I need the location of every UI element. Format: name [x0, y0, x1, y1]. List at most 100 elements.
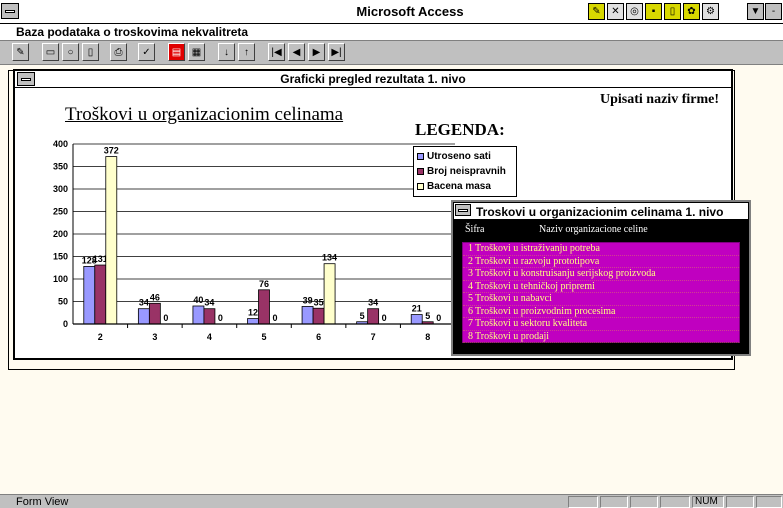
form-view-icon[interactable]: ▤: [168, 43, 185, 61]
item-code: 8: [468, 330, 473, 342]
cost-center-list[interactable]: 1 Troškovi u istraživanju potreba 2 Troškov…: [462, 242, 740, 343]
status-cell: [600, 496, 628, 508]
item-code: 4: [468, 280, 473, 292]
data-label: 0: [436, 313, 441, 323]
wizard-icon[interactable]: ✎: [588, 3, 605, 20]
print-icon[interactable]: ⎙: [110, 43, 127, 61]
bar-series-2: [148, 302, 161, 325]
legend-item: Bacena masa: [417, 179, 516, 194]
tools-icon[interactable]: ✿: [683, 3, 700, 20]
datasheet-icon[interactable]: ▦: [188, 43, 205, 61]
status-cell: [660, 496, 690, 508]
status-cell: [726, 496, 754, 508]
nav-prev-button[interactable]: ◀: [288, 43, 305, 61]
list-item[interactable]: 7 Troškovi u sektoru kvaliteta: [463, 318, 739, 331]
data-label: 0: [218, 313, 223, 323]
data-label: 134: [322, 253, 337, 263]
nav-last-button[interactable]: ▶|: [328, 43, 345, 61]
bar-series-1: [137, 308, 150, 325]
data-label: 46: [150, 292, 160, 302]
print-preview-icon[interactable]: ▭: [42, 43, 59, 61]
list-item[interactable]: 6 Troškovi u proizvodnim procesima: [463, 305, 739, 318]
list-item[interactable]: 4 Troškovi u tehničkoj pripremi: [463, 280, 739, 293]
item-name: Troškovi u proizvodnim procesima: [475, 305, 616, 317]
lock-icon[interactable]: ▪: [645, 3, 662, 20]
data-label: 5: [360, 311, 365, 321]
y-tick-label: 250: [53, 207, 68, 217]
sort-desc-icon[interactable]: ↑: [238, 43, 255, 61]
zoom-icon[interactable]: ◎: [626, 3, 643, 20]
design-view-icon[interactable]: ✎: [12, 43, 29, 61]
bar-series-2: [367, 308, 380, 325]
data-label: 34: [368, 298, 378, 308]
item-name: Troškovi u sektoru kvaliteta: [475, 318, 588, 329]
legend-label-2: Broj neispravnih: [427, 166, 506, 177]
data-label: 12: [248, 308, 258, 318]
item-name: Troškovi u istraživanju potreba: [475, 243, 600, 254]
status-text: Form View: [16, 496, 69, 508]
x-tick-label: 8: [425, 332, 430, 342]
legend-label-1: Utroseno sati: [427, 151, 491, 162]
x-tick-label: 4: [207, 332, 212, 342]
system-menu-button[interactable]: [1, 3, 19, 19]
bar-series-2: [312, 307, 325, 325]
minimize-button[interactable]: ▼: [747, 3, 764, 20]
data-label: 372: [104, 146, 119, 156]
column-header-name: Naziv organizacione celine: [539, 224, 648, 235]
data-label: 40: [193, 295, 203, 305]
bar-series-1: [301, 306, 314, 325]
x-tick-label: 6: [316, 332, 321, 342]
data-label: 0: [163, 313, 168, 323]
popup-title: Troskovi u organizacionim celinama 1. ni…: [453, 202, 749, 220]
legend-swatch-1: [417, 153, 424, 160]
book-icon[interactable]: ▯: [664, 3, 681, 20]
item-name: Troškovi u konstruisanju serijskog proiz…: [475, 268, 656, 279]
app-title: Microsoft Access: [356, 4, 464, 19]
bar-series-1: [83, 265, 96, 325]
item-name: Troškovi u razvoju prototipova: [475, 255, 600, 267]
data-label: 39: [303, 295, 313, 305]
zoom-icon[interactable]: ○: [62, 43, 79, 61]
bar-series-1: [247, 318, 259, 325]
item-code: 6: [468, 305, 473, 317]
data-label: 76: [259, 279, 269, 289]
item-code: 2: [468, 255, 473, 267]
x-tick-label: 7: [371, 332, 376, 342]
sort-asc-icon[interactable]: ↓: [218, 43, 235, 61]
data-label: 0: [382, 313, 387, 323]
item-code: 1: [468, 243, 473, 254]
item-name: Troškovi u prodaji: [475, 330, 550, 342]
item-name: Troškovi u nabavci: [475, 293, 552, 304]
data-label: 5: [425, 311, 430, 321]
toolbar: ✎ ▭ ○ ▯ ⎙ ✓ ▤ ▦ ↓ ↑ |◀ ◀ ▶ ▶|: [0, 41, 783, 65]
list-item[interactable]: 8 Troškovi u prodaji: [463, 330, 739, 343]
restore-button[interactable]: -: [765, 3, 782, 20]
list-item[interactable]: 5 Troškovi u nabavci: [463, 293, 739, 306]
list-item[interactable]: 1 Troškovi u istraživanju potreba: [463, 243, 739, 256]
y-tick-label: 50: [58, 297, 68, 307]
bar-series-3: [323, 263, 336, 325]
x-tick-label: 5: [261, 332, 266, 342]
find-icon[interactable]: ✓: [138, 43, 155, 61]
status-bar: Form View NUM: [0, 494, 783, 508]
y-tick-label: 200: [53, 229, 68, 239]
popup-window: Troskovi u organizacionim celinama 1. ni…: [451, 200, 751, 356]
list-item[interactable]: 2 Troškovi u razvoju prototipova: [463, 255, 739, 268]
bar-series-2: [258, 289, 270, 325]
nav-first-button[interactable]: |◀: [268, 43, 285, 61]
data-label: 34: [139, 298, 149, 308]
settings-icon[interactable]: ⚙: [702, 3, 719, 20]
bar-series-2: [94, 264, 107, 325]
item-name: Troškovi u tehničkoj pripremi: [475, 280, 595, 292]
app-title-bar: Microsoft Access ✎ ✕ ◎ ▪ ▯ ✿ ⚙ ▼ -: [0, 0, 783, 24]
nav-next-button[interactable]: ▶: [308, 43, 325, 61]
data-label: 35: [314, 297, 324, 307]
bar-series-1: [410, 314, 423, 325]
palette-icon[interactable]: ✕: [607, 3, 624, 20]
popup-menu-button[interactable]: [455, 204, 471, 216]
num-lock-indicator: NUM: [692, 496, 724, 508]
x-tick-label: 2: [98, 332, 103, 342]
y-tick-label: 0: [63, 319, 68, 329]
list-item[interactable]: 3 Troškovi u konstruisanju serijskog proi…: [463, 268, 739, 281]
page-icon[interactable]: ▯: [82, 43, 99, 61]
